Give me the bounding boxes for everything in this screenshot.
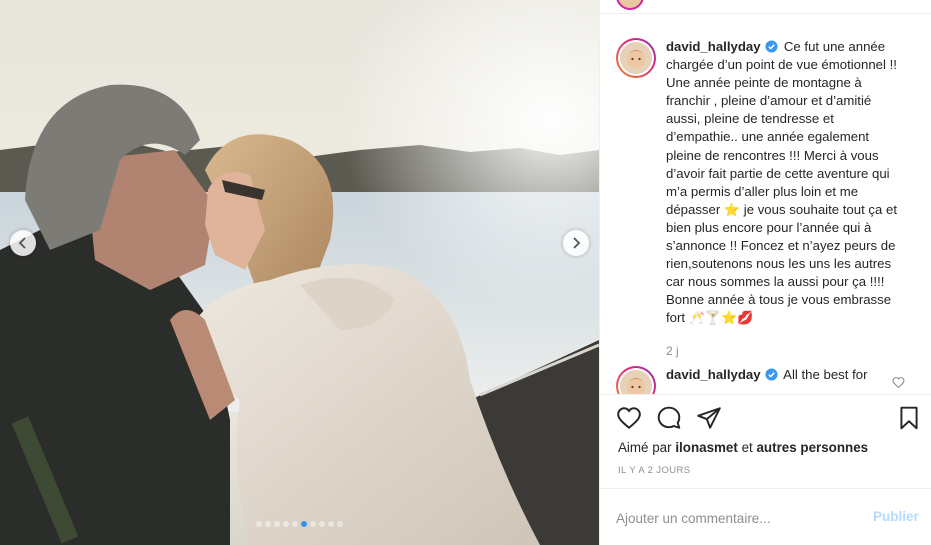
likes-others-link[interactable]: autres personnes — [756, 440, 868, 455]
previous-photo-button[interactable] — [10, 230, 36, 256]
verified-badge-icon — [765, 368, 778, 381]
comments-list[interactable]: david_hallyday Ce fut une année chargée … — [600, 14, 931, 394]
carousel-dot — [292, 521, 298, 527]
post-view: david_hallyday Ce fut une année chargée … — [0, 0, 931, 545]
likes-connector: et — [741, 440, 753, 455]
caption-text: david_hallyday Ce fut une année chargée … — [666, 38, 906, 328]
star-emoji: ⭐ — [723, 201, 741, 217]
likes-summary: Aimé par ilonasmet et autres personnes — [618, 440, 868, 455]
carousel-dot — [283, 521, 289, 527]
caption-time[interactable]: 2 j — [666, 344, 679, 358]
comment-text: david_hallyday All the best for — [666, 366, 906, 394]
caption-body: Ce fut une année chargée d’un point de v… — [666, 39, 897, 217]
like-button[interactable] — [616, 405, 642, 431]
post-side-panel: david_hallyday Ce fut une année chargée … — [599, 0, 931, 545]
carousel-dot — [265, 521, 271, 527]
action-bar — [600, 394, 931, 440]
verified-badge-icon — [765, 40, 778, 53]
speech-bubble-icon — [657, 406, 681, 429]
chevron-right-icon — [573, 237, 581, 249]
comment-username[interactable]: david_hallyday — [666, 367, 761, 382]
likes-prefix: Aimé par — [618, 440, 672, 455]
carousel-dot — [301, 521, 307, 527]
avatar[interactable] — [616, 0, 644, 10]
comment-button[interactable] — [656, 405, 682, 431]
next-photo-button[interactable] — [563, 230, 589, 256]
comment-input[interactable] — [616, 508, 856, 528]
post-timestamp[interactable]: IL Y A 2 JOURS — [618, 465, 691, 476]
caption: david_hallyday Ce fut une année chargée … — [616, 38, 916, 328]
chevron-left-icon — [18, 237, 26, 249]
heart-outline-icon — [617, 407, 641, 430]
carousel-dot — [274, 521, 280, 527]
save-button[interactable] — [896, 405, 922, 431]
kiss-mark-emoji: 💋 — [737, 310, 754, 326]
bookmark-icon — [900, 406, 918, 430]
avatar[interactable] — [616, 366, 656, 394]
carousel-dot — [337, 521, 343, 527]
caption-username[interactable]: david_hallyday — [666, 39, 761, 54]
carousel-dot — [319, 521, 325, 527]
share-button[interactable] — [696, 405, 722, 431]
avatar[interactable] — [616, 38, 656, 78]
clinking-glasses-emoji: 🥂 — [688, 310, 705, 326]
paper-plane-icon — [697, 407, 721, 429]
heart-outline-icon — [892, 377, 905, 389]
comment: david_hallyday All the best for — [616, 366, 916, 394]
post-photo-carousel[interactable] — [0, 0, 599, 545]
star-emoji: ⭐ — [721, 310, 738, 326]
caption-body-continued: je vous souhaite tout ça et bien plus en… — [666, 201, 897, 326]
carousel-dot — [328, 521, 334, 527]
add-comment-form: Publier — [600, 488, 931, 545]
carousel-dot — [310, 521, 316, 527]
cocktail-glass-emoji: 🍸 — [704, 310, 722, 326]
comment-body: All the best for — [783, 367, 868, 382]
comment-like-button[interactable] — [892, 376, 906, 390]
post-header — [600, 0, 931, 14]
publish-button[interactable]: Publier — [873, 509, 919, 524]
likes-user-link[interactable]: ilonasmet — [675, 440, 738, 455]
post-photo — [0, 0, 599, 545]
carousel-indicator — [0, 521, 599, 527]
carousel-dot — [256, 521, 262, 527]
